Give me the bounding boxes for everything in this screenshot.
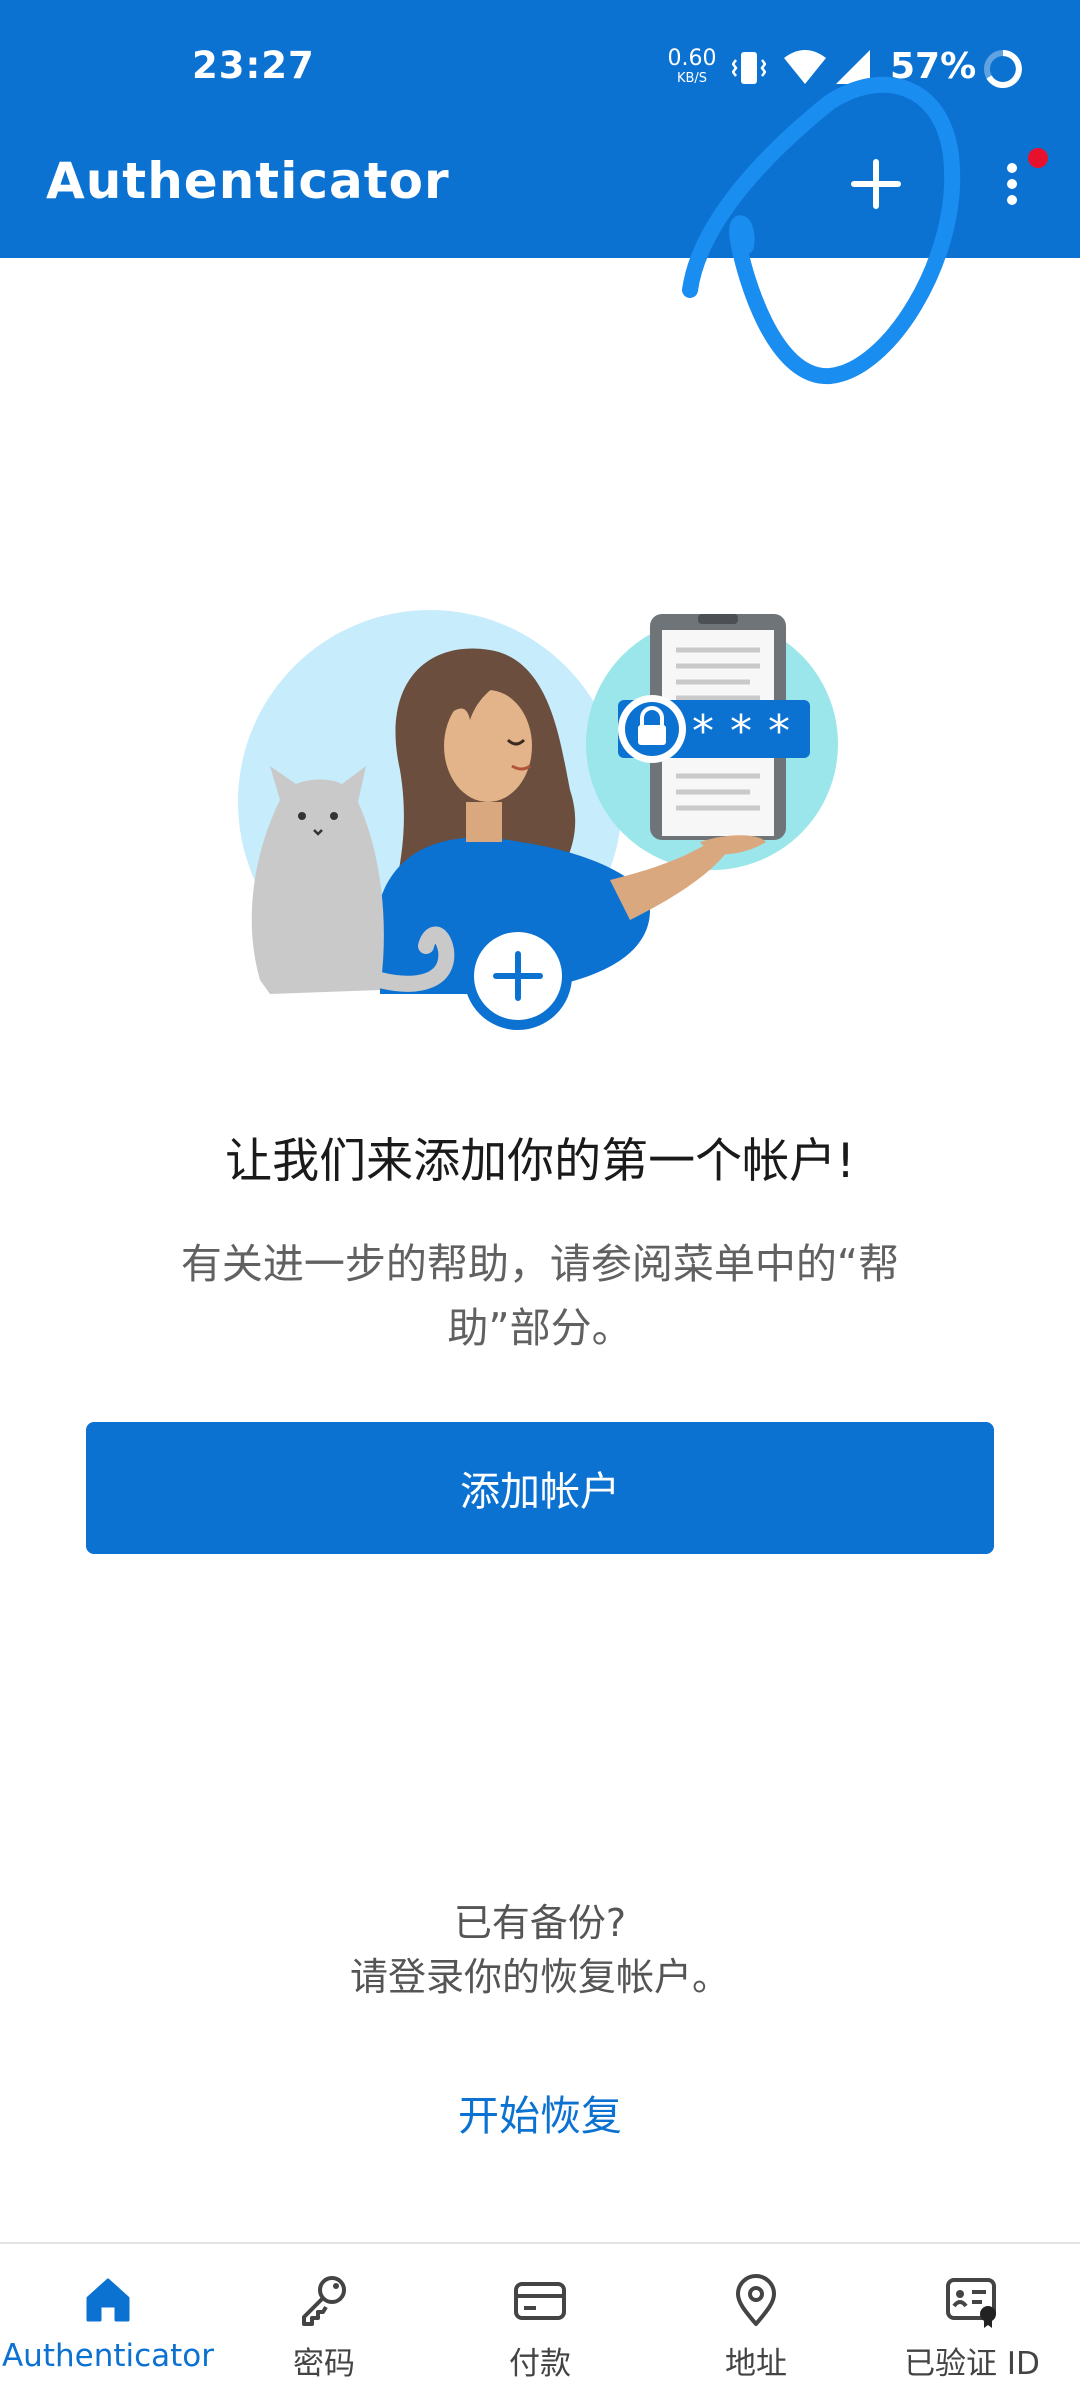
backup-prompt: 请登录你的恢复帐户。 xyxy=(349,1955,730,1999)
welcome-illustration: * * * xyxy=(238,610,838,1030)
nav-item-addresses[interactable]: 地址 xyxy=(648,2244,864,2400)
network-speed: 0.60 KB/S xyxy=(664,46,720,86)
cellular-signal-icon xyxy=(836,50,870,84)
location-pin-icon xyxy=(736,2274,776,2326)
nav-item-payments[interactable]: 付款 xyxy=(432,2244,648,2400)
plus-icon xyxy=(851,159,901,209)
svg-text:*: * xyxy=(692,706,714,757)
backup-question: 已有备份? xyxy=(453,1901,627,1945)
bottom-navigation: Authenticator 密码 付款 地址 已验证 ID xyxy=(0,2242,1080,2400)
add-account-icon-button[interactable] xyxy=(840,148,912,220)
app-title: Authenticator xyxy=(46,152,450,210)
page-headline: 让我们来添加你的第一个帐户! xyxy=(225,1134,855,1189)
nav-label-addresses: 地址 xyxy=(725,2346,787,2382)
svg-text:*: * xyxy=(768,706,790,757)
nav-label-passwords: 密码 xyxy=(293,2346,355,2382)
help-text: 有关进一步的帮助，请参阅菜单中的“帮助”部分。 xyxy=(180,1240,900,1352)
start-recovery-link[interactable]: 开始恢复 xyxy=(0,2082,1080,2142)
svg-text:*: * xyxy=(730,706,752,757)
nav-label-payments: 付款 xyxy=(509,2346,571,2382)
network-speed-value: 0.60 xyxy=(667,46,717,71)
status-bar: 23:27 0.60 KB/S 57% xyxy=(0,0,1080,136)
nav-item-passwords[interactable]: 密码 xyxy=(216,2244,432,2400)
nav-item-authenticator[interactable]: Authenticator xyxy=(0,2244,216,2400)
status-time: 23:27 xyxy=(192,44,315,87)
add-account-button[interactable]: 添加帐户 xyxy=(86,1422,994,1554)
id-card-icon xyxy=(946,2278,996,2328)
battery-icon xyxy=(984,50,1022,88)
card-icon xyxy=(514,2282,566,2320)
battery-percent: 57% xyxy=(890,46,977,87)
notification-dot xyxy=(1028,148,1048,168)
nav-label-verified-id: 已验证 ID xyxy=(904,2346,1040,2382)
network-speed-unit: KB/S xyxy=(676,71,708,86)
app-header: 23:27 0.60 KB/S 57% Authenticator xyxy=(0,0,1080,258)
wifi-icon xyxy=(784,50,826,84)
nav-label-authenticator: Authenticator xyxy=(1,2338,215,2374)
nav-item-verified-id[interactable]: 已验证 ID xyxy=(864,2244,1080,2400)
key-icon xyxy=(302,2276,346,2326)
vibrate-icon xyxy=(732,52,766,84)
home-icon xyxy=(86,2278,130,2322)
